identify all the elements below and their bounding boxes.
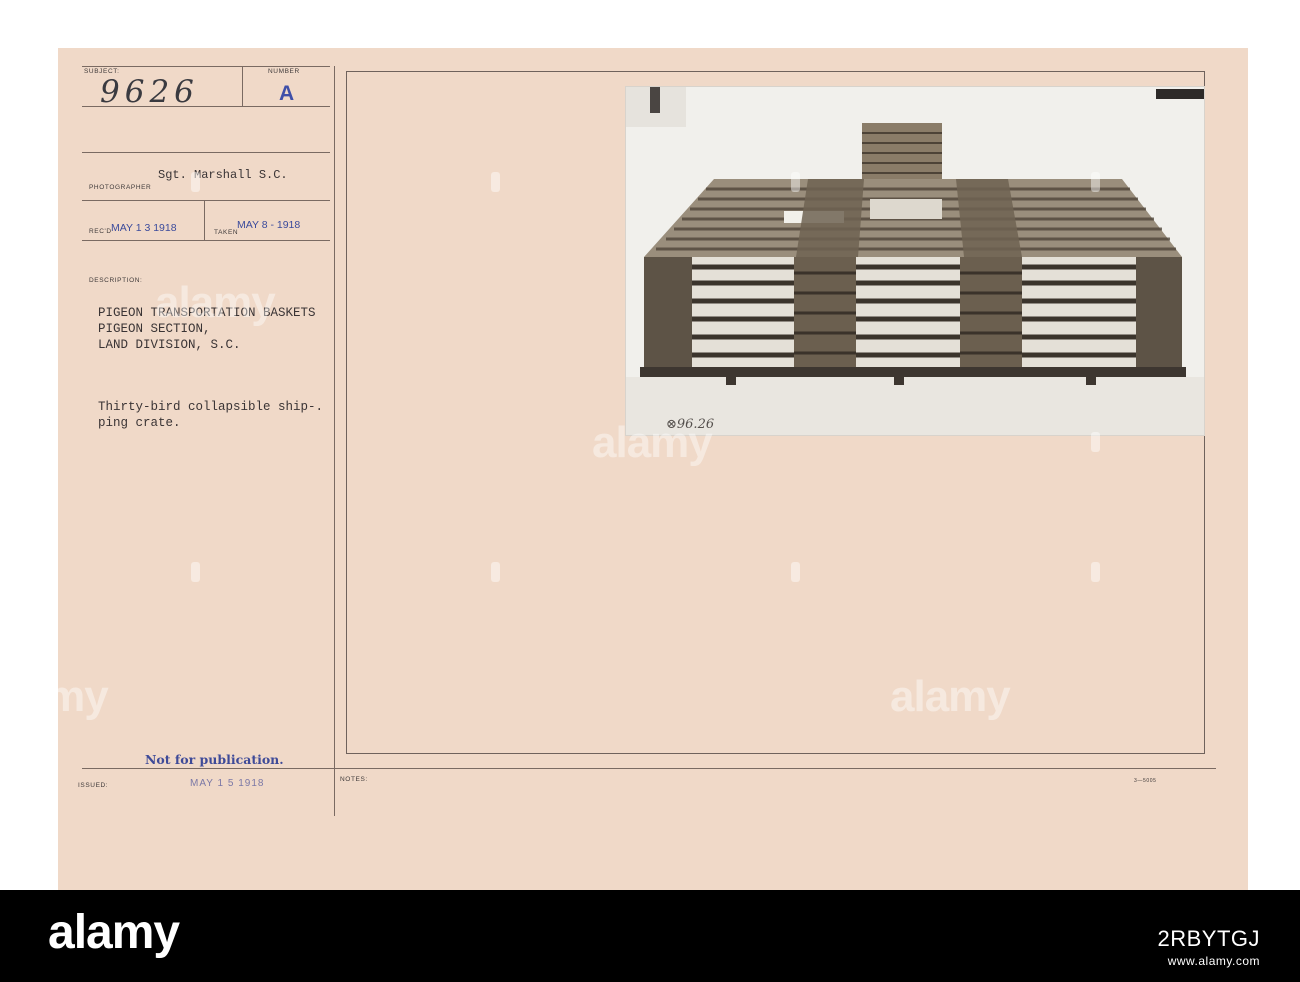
watermark: alamy — [890, 672, 1011, 721]
description-line: LAND DIVISION, S.C. — [98, 338, 241, 352]
number-label: NUMBER — [268, 68, 300, 75]
crate-photograph — [625, 86, 1205, 436]
watermark-mark — [1091, 172, 1100, 192]
subject-number: 9626 — [100, 74, 199, 110]
card-rule — [82, 152, 330, 153]
watermark-mark — [42, 172, 51, 192]
photographer-label: PHOTOGRAPHER — [89, 184, 152, 191]
watermark-mark — [1091, 562, 1100, 582]
footer-bar — [0, 890, 1300, 982]
watermark-mark — [491, 172, 500, 192]
watermark-mark — [491, 562, 500, 582]
not-for-publication-stamp: Not for publication. — [145, 752, 284, 767]
watermark: alamy — [592, 418, 713, 467]
watermark: alamy — [155, 278, 276, 327]
image-id: 2RBYTGJ — [1157, 926, 1260, 951]
caption-line: Thirty-bird collapsible ship-. — [98, 400, 324, 414]
footer-logo: alamy — [48, 906, 180, 959]
form-code: 3—5005 — [1134, 778, 1157, 784]
card-rule — [204, 200, 205, 240]
card-rule — [334, 66, 335, 816]
card-rule — [242, 66, 243, 106]
photographer-name: Sgt. Marshall S.C. — [158, 168, 288, 182]
taken-label: TAKEN — [214, 229, 239, 236]
watermark-mark — [191, 172, 200, 192]
card-rule — [82, 200, 330, 201]
issued-label: ISSUED: — [78, 782, 109, 789]
recd-date: MAY 1 3 1918 — [111, 222, 177, 234]
description-label: DESCRIPTION: — [89, 277, 143, 284]
card-rule — [82, 240, 330, 241]
watermark-mark — [191, 562, 200, 582]
caption-line: ping crate. — [98, 416, 181, 430]
card-rule — [82, 768, 1216, 769]
notes-label: NOTES: — [340, 776, 368, 783]
watermark-mark — [791, 172, 800, 192]
crate-illustration — [626, 87, 1204, 435]
watermark: alamy — [1270, 672, 1300, 721]
watermark-mark — [1091, 432, 1100, 452]
issued-date: MAY 1 5 1918 — [190, 778, 265, 789]
recd-label: REC'D — [89, 228, 112, 235]
number-letter: A — [279, 82, 295, 105]
footer-url[interactable]: www.alamy.com — [1168, 954, 1260, 968]
watermark-mark — [42, 432, 51, 452]
watermark-mark — [42, 562, 51, 582]
watermark: alamy — [0, 672, 109, 721]
card-rule — [82, 66, 330, 67]
taken-date: MAY 8 - 1918 — [237, 219, 301, 231]
watermark-mark — [791, 562, 800, 582]
